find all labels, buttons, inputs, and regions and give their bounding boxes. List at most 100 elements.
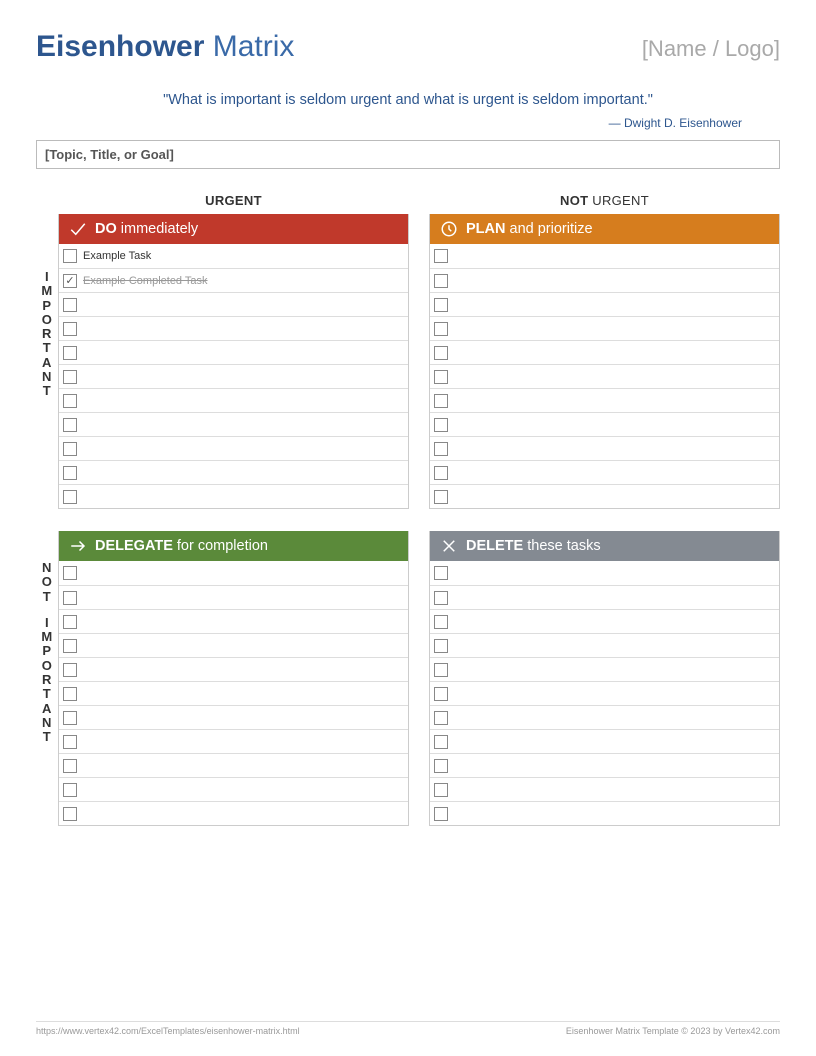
task-row[interactable] <box>430 244 779 268</box>
task-row[interactable]: ✓Example Completed Task <box>59 268 408 292</box>
task-checkbox[interactable] <box>434 759 448 773</box>
task-row[interactable] <box>430 436 779 460</box>
task-checkbox[interactable] <box>434 394 448 408</box>
name-logo-placeholder: [Name / Logo] <box>642 36 780 62</box>
task-checkbox[interactable] <box>63 663 77 677</box>
task-text: Example Task <box>83 250 151 262</box>
task-checkbox[interactable] <box>434 783 448 797</box>
quadrant-plan-header: PLAN and prioritize <box>430 214 779 244</box>
task-checkbox[interactable] <box>63 418 77 432</box>
column-header-urgent: URGENT <box>58 193 409 214</box>
row-label-not-important: NOTIMPORTANT <box>36 531 58 745</box>
task-checkbox[interactable] <box>434 735 448 749</box>
task-checkbox[interactable] <box>63 759 77 773</box>
quote-text: "What is important is seldom urgent and … <box>76 92 740 108</box>
task-row[interactable] <box>59 316 408 340</box>
task-row[interactable] <box>59 753 408 777</box>
task-row[interactable] <box>59 609 408 633</box>
task-checkbox[interactable] <box>434 322 448 336</box>
task-row[interactable] <box>430 729 779 753</box>
task-checkbox[interactable] <box>63 298 77 312</box>
task-row[interactable] <box>59 412 408 436</box>
task-row[interactable]: Example Task <box>59 244 408 268</box>
task-row[interactable] <box>430 585 779 609</box>
task-checkbox[interactable] <box>63 466 77 480</box>
task-row[interactable] <box>430 460 779 484</box>
task-checkbox[interactable] <box>63 346 77 360</box>
task-row[interactable] <box>430 705 779 729</box>
task-row[interactable] <box>430 753 779 777</box>
quote-attribution: — Dwight D. Eisenhower <box>36 116 742 130</box>
task-checkbox[interactable] <box>63 442 77 456</box>
task-checkbox[interactable] <box>434 663 448 677</box>
task-checkbox[interactable] <box>63 394 77 408</box>
task-checkbox[interactable] <box>63 370 77 384</box>
task-row[interactable] <box>430 681 779 705</box>
column-header-not-urgent: NOT URGENT <box>429 193 780 214</box>
task-checkbox[interactable] <box>63 490 77 504</box>
task-checkbox[interactable] <box>434 639 448 653</box>
task-checkbox[interactable] <box>434 466 448 480</box>
task-checkbox[interactable] <box>434 418 448 432</box>
task-checkbox[interactable] <box>434 687 448 701</box>
task-row[interactable] <box>59 585 408 609</box>
task-checkbox[interactable] <box>434 490 448 504</box>
task-checkbox[interactable] <box>63 807 77 821</box>
quadrant-delete-header: DELETE these tasks <box>430 531 779 561</box>
task-row[interactable] <box>430 633 779 657</box>
task-checkbox[interactable] <box>434 346 448 360</box>
task-checkbox[interactable] <box>434 566 448 580</box>
task-row[interactable] <box>59 364 408 388</box>
task-row[interactable] <box>430 801 779 825</box>
task-checkbox[interactable] <box>434 298 448 312</box>
task-row[interactable] <box>430 292 779 316</box>
task-checkbox[interactable] <box>63 639 77 653</box>
task-checkbox[interactable] <box>63 249 77 263</box>
task-checkbox[interactable] <box>434 711 448 725</box>
task-checkbox[interactable] <box>63 566 77 580</box>
task-checkbox[interactable] <box>434 591 448 605</box>
task-row[interactable] <box>59 388 408 412</box>
task-checkbox[interactable] <box>434 615 448 629</box>
task-row[interactable] <box>430 364 779 388</box>
task-row[interactable] <box>430 609 779 633</box>
topic-input[interactable]: [Topic, Title, or Goal] <box>36 140 780 169</box>
task-row[interactable] <box>430 777 779 801</box>
task-checkbox[interactable]: ✓ <box>63 274 77 288</box>
task-row[interactable] <box>59 340 408 364</box>
task-checkbox[interactable] <box>63 591 77 605</box>
task-checkbox[interactable] <box>434 442 448 456</box>
task-row[interactable] <box>59 460 408 484</box>
task-row[interactable] <box>59 705 408 729</box>
task-checkbox[interactable] <box>63 783 77 797</box>
task-row[interactable] <box>430 561 779 585</box>
task-row[interactable] <box>430 484 779 508</box>
task-checkbox[interactable] <box>63 687 77 701</box>
task-row[interactable] <box>59 436 408 460</box>
task-checkbox[interactable] <box>63 735 77 749</box>
header: Eisenhower Matrix [Name / Logo] <box>36 30 780 64</box>
task-row[interactable] <box>430 412 779 436</box>
arrow-right-icon <box>69 537 87 555</box>
task-checkbox[interactable] <box>434 249 448 263</box>
task-row[interactable] <box>59 633 408 657</box>
task-checkbox[interactable] <box>434 274 448 288</box>
task-row[interactable] <box>59 561 408 585</box>
task-row[interactable] <box>430 388 779 412</box>
task-row[interactable] <box>59 777 408 801</box>
task-row[interactable] <box>59 729 408 753</box>
task-checkbox[interactable] <box>434 807 448 821</box>
task-row[interactable] <box>59 801 408 825</box>
task-row[interactable] <box>59 681 408 705</box>
task-checkbox[interactable] <box>63 322 77 336</box>
task-row[interactable] <box>430 268 779 292</box>
task-row[interactable] <box>59 292 408 316</box>
task-row[interactable] <box>430 657 779 681</box>
task-row[interactable] <box>59 484 408 508</box>
task-checkbox[interactable] <box>434 370 448 384</box>
task-row[interactable] <box>430 340 779 364</box>
task-checkbox[interactable] <box>63 615 77 629</box>
task-row[interactable] <box>59 657 408 681</box>
task-row[interactable] <box>430 316 779 340</box>
task-checkbox[interactable] <box>63 711 77 725</box>
